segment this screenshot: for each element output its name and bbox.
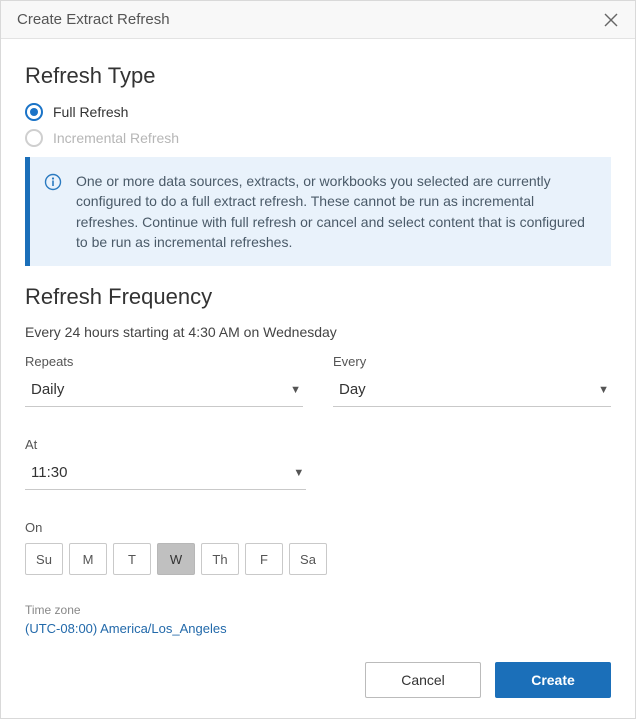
chevron-down-icon: ▼ [598,384,609,396]
on-label: On [25,520,611,535]
day-tuesday[interactable]: T [113,543,151,575]
at-select[interactable]: 11:30 ▼ [25,458,306,490]
chevron-down-icon: ▼ [290,384,301,396]
day-thursday[interactable]: Th [201,543,239,575]
frequency-row-2: At 11:30 ▼ [25,437,611,490]
info-text: One or more data sources, extracts, or w… [76,171,593,252]
repeats-value: Daily [31,381,64,398]
radio-incremental-refresh-label: Incremental Refresh [53,130,179,146]
frequency-summary: Every 24 hours starting at 4:30 AM on We… [25,324,611,340]
every-select[interactable]: Day ▼ [333,375,611,407]
at-value: 11:30 [31,464,67,481]
repeats-field: Repeats Daily ▼ [25,354,303,407]
refresh-frequency-heading: Refresh Frequency [25,284,611,310]
chevron-down-icon: ▼ [293,467,304,479]
day-saturday[interactable]: Sa [289,543,327,575]
cancel-button[interactable]: Cancel [365,662,481,698]
create-button[interactable]: Create [495,662,611,698]
repeats-select[interactable]: Daily ▼ [25,375,303,407]
dialog-title: Create Extract Refresh [17,11,170,28]
on-field: On Su M T W Th F Sa [25,520,611,575]
info-icon [44,173,62,252]
day-sunday[interactable]: Su [25,543,63,575]
dialog-body: Refresh Type Full Refresh Incremental Re… [1,39,635,718]
close-button[interactable] [603,12,619,28]
info-box: One or more data sources, extracts, or w… [25,157,611,266]
at-field: At 11:30 ▼ [25,437,306,490]
radio-selected-icon [25,103,43,121]
radio-full-refresh-label: Full Refresh [53,104,128,120]
every-value: Day [339,381,366,398]
day-wednesday[interactable]: W [157,543,195,575]
timezone-link[interactable]: (UTC-08:00) America/Los_Angeles [25,621,611,636]
every-field: Every Day ▼ [333,354,611,407]
repeats-label: Repeats [25,354,303,369]
radio-full-refresh[interactable]: Full Refresh [25,103,611,121]
dialog: Create Extract Refresh Refresh Type Full… [0,0,636,719]
radio-unselected-icon [25,129,43,147]
refresh-type-heading: Refresh Type [25,63,611,89]
day-monday[interactable]: M [69,543,107,575]
radio-incremental-refresh: Incremental Refresh [25,129,611,147]
day-row: Su M T W Th F Sa [25,543,611,575]
close-icon [603,12,619,28]
day-friday[interactable]: F [245,543,283,575]
at-label: At [25,437,306,452]
dialog-header: Create Extract Refresh [1,1,635,39]
frequency-row-1: Repeats Daily ▼ Every Day ▼ [25,354,611,407]
every-label: Every [333,354,611,369]
dialog-footer: Cancel Create [25,662,611,698]
timezone-label: Time zone [25,603,611,617]
